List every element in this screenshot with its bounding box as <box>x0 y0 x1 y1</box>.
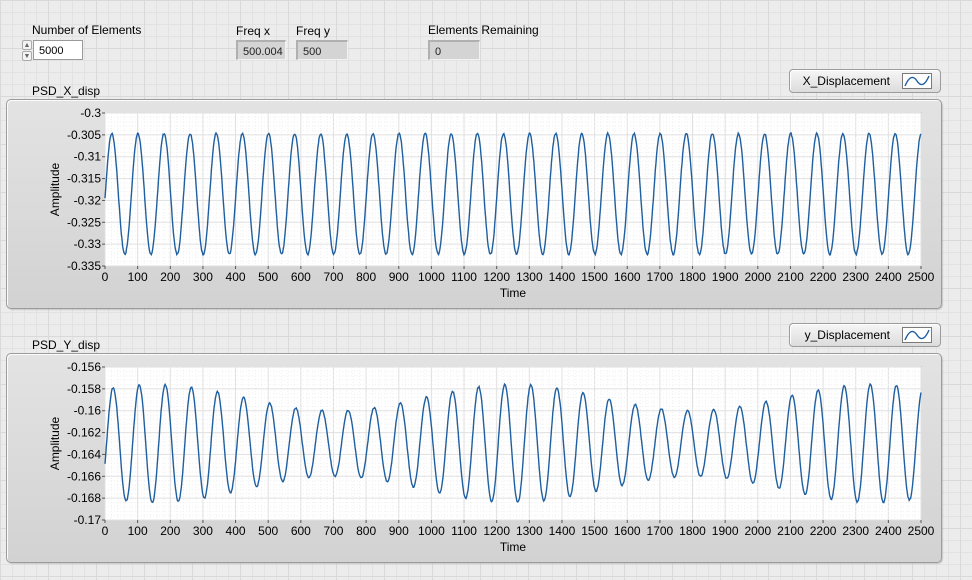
y-tick-label: -0.166 <box>67 469 101 483</box>
legend-series-name: X_Displacement <box>802 74 890 88</box>
x-tick-label: 900 <box>389 524 409 538</box>
x-tick-label: 800 <box>356 270 376 284</box>
freq-y-indicator: 500 <box>296 40 348 60</box>
x-tick-label: 0 <box>102 270 109 284</box>
y-tick-label: -0.305 <box>67 128 101 142</box>
x-tick-label: 300 <box>193 270 213 284</box>
x-tick-label: 100 <box>128 524 148 538</box>
x-axis-label: Time <box>500 540 527 554</box>
legend-series-name: y_Displacement <box>804 328 890 342</box>
y-tick-label: -0.162 <box>67 426 101 440</box>
line-style-icon[interactable] <box>902 327 932 343</box>
x-tick-label: 1800 <box>679 524 706 538</box>
x-tick-label: 100 <box>128 270 148 284</box>
elements-remaining-indicator: 0 <box>428 40 480 60</box>
chart-title-x: PSD_X_disp <box>32 84 101 98</box>
freq-x-label: Freq x <box>236 24 271 38</box>
x-tick-label: 2400 <box>875 524 902 538</box>
x-tick-label: 2200 <box>810 524 837 538</box>
x-tick-label: 2100 <box>777 270 804 284</box>
plot-legend-y[interactable]: y_Displacement <box>789 323 941 347</box>
x-tick-label: 900 <box>389 270 409 284</box>
y-tick-label: -0.164 <box>67 447 101 461</box>
x-tick-label: 1700 <box>647 270 674 284</box>
x-tick-label: 1000 <box>418 270 445 284</box>
waveform-graph-x: 0 100 200 300 400 500 600 700 800 900 1000 1100 1200… <box>6 99 942 309</box>
x-tick-label: 2200 <box>810 270 837 284</box>
x-tick-label: 1700 <box>647 524 674 538</box>
plot-legend-x[interactable]: X_Displacement <box>789 69 941 93</box>
x-tick-label: 200 <box>160 270 180 284</box>
number-of-elements-label: Number of Elements <box>32 23 142 37</box>
waveform-graph-y: 0 100 200 300 400 500 600 700 800 900 1000 1100 1200… <box>6 353 942 563</box>
y-tick-label: -0.315 <box>67 172 101 186</box>
number-of-elements-input[interactable]: 5000 <box>33 40 83 60</box>
x-tick-label: 2500 <box>908 524 935 538</box>
x-tick-label: 1100 <box>451 524 477 538</box>
x-tick-label: 2000 <box>744 524 771 538</box>
x-tick-label: 1500 <box>581 270 608 284</box>
y-tick-label: -0.3 <box>80 106 101 120</box>
increment-arrow-icon[interactable]: ▲ <box>22 40 32 50</box>
y-tick-label: -0.325 <box>67 215 101 229</box>
y-tick-label: -0.168 <box>67 491 101 505</box>
x-tick-label: 0 <box>102 524 109 538</box>
x-tick-label: 1400 <box>549 524 576 538</box>
x-tick-label: 700 <box>323 524 343 538</box>
x-tick-label: 1100 <box>451 270 477 284</box>
x-tick-label: 2500 <box>908 270 935 284</box>
x-tick-label: 600 <box>291 270 311 284</box>
x-tick-label: 1800 <box>679 270 706 284</box>
number-of-elements-stepper[interactable]: ▲ ▼ <box>22 40 32 62</box>
x-tick-label: 1300 <box>516 270 543 284</box>
x-tick-label: 1900 <box>712 524 739 538</box>
x-tick-label: 1600 <box>614 270 641 284</box>
x-tick-label: 2300 <box>842 524 869 538</box>
freq-x-indicator: 500.004 <box>236 40 286 60</box>
y-axis-label: Amplitude <box>48 163 62 217</box>
x-tick-label: 1000 <box>418 524 445 538</box>
chart-svg-x: 0 100 200 300 400 500 600 700 800 900 1000 1100 1200… <box>48 106 935 300</box>
freq-y-label: Freq y <box>296 24 331 38</box>
x-tick-label: 300 <box>193 524 213 538</box>
chart-title-y: PSD_Y_disp <box>32 338 101 352</box>
x-tick-label: 400 <box>226 524 246 538</box>
decrement-arrow-icon[interactable]: ▼ <box>22 51 32 61</box>
y-axis-label: Amplitude <box>48 417 62 471</box>
y-tick-label: -0.32 <box>74 193 102 207</box>
x-tick-label: 1900 <box>712 270 739 284</box>
x-tick-label: 1200 <box>483 524 510 538</box>
y-tick-label: -0.31 <box>74 150 102 164</box>
line-style-icon[interactable] <box>902 73 932 89</box>
x-tick-label: 2400 <box>875 270 902 284</box>
x-tick-label: 600 <box>291 524 311 538</box>
y-tick-label: -0.158 <box>67 382 101 396</box>
x-tick-label: 1400 <box>549 270 576 284</box>
x-tick-label: 1300 <box>516 524 543 538</box>
x-tick-label: 1500 <box>581 524 608 538</box>
x-tick-label: 2100 <box>777 524 804 538</box>
x-tick-label: 2000 <box>744 270 771 284</box>
x-tick-label: 400 <box>226 270 246 284</box>
chart-svg-y: 0 100 200 300 400 500 600 700 800 900 1000 1100 1200… <box>48 360 935 554</box>
y-tick-label: -0.17 <box>74 513 102 527</box>
x-tick-label: 2300 <box>842 270 869 284</box>
x-tick-label: 800 <box>356 524 376 538</box>
x-tick-label: 200 <box>160 524 180 538</box>
elements-remaining-label: Elements Remaining <box>428 23 539 37</box>
x-tick-label: 1600 <box>614 524 641 538</box>
x-tick-label: 1200 <box>483 270 510 284</box>
x-tick-label: 500 <box>258 270 278 284</box>
y-tick-label: -0.33 <box>74 237 102 251</box>
x-axis-label: Time <box>500 286 527 300</box>
x-tick-label: 500 <box>258 524 278 538</box>
y-tick-label: -0.16 <box>74 404 102 418</box>
y-tick-label: -0.156 <box>67 360 101 374</box>
y-tick-label: -0.335 <box>67 259 101 273</box>
x-tick-label: 700 <box>323 270 343 284</box>
